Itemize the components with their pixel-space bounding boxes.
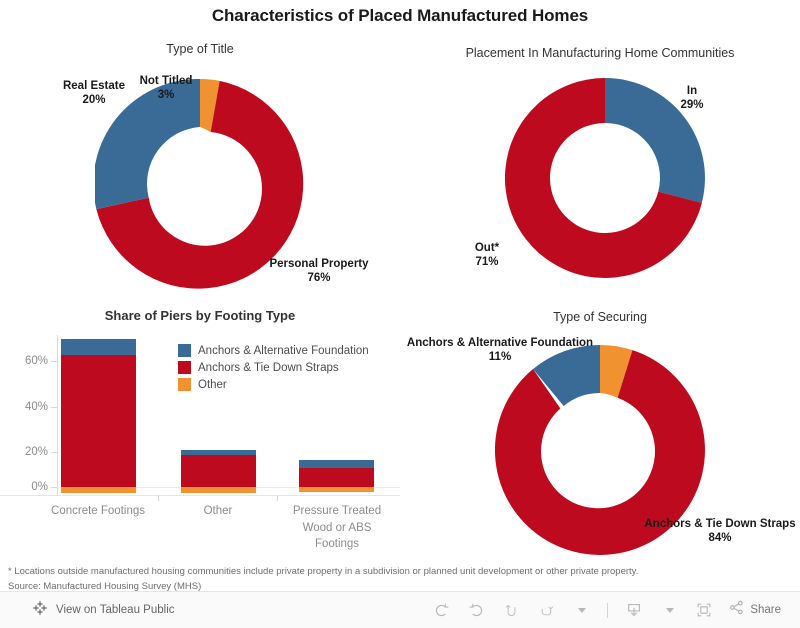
bar-segment-pressure-other[interactable] [299,487,374,492]
bar-segment-other-tie-down[interactable] [181,455,256,487]
bar-segment-pressure-alt-foundation[interactable] [299,460,374,468]
x-tick-mark-2 [277,495,278,501]
x-category-label-other: Other [203,505,233,517]
slice-label-personal-property-value: 76% [307,272,331,285]
panel-title-type-of-title: Type of Title [166,42,234,56]
slice-label-not-titled: Not Titled 3% [126,74,206,103]
legend-item-other[interactable]: Other [178,378,369,391]
share-label: Share [750,604,781,616]
redo-button[interactable] [460,597,492,623]
refresh-dropdown-caret[interactable] [565,597,597,623]
y-tick-label-0: 0% [31,481,48,493]
slice-label-in-text: In [686,85,698,97]
toolbar-divider [607,602,609,618]
slice-label-out-text: Out* [474,242,500,254]
fullscreen-button[interactable] [688,597,720,623]
x-category-label-pressure-treated: Pressure Treated Wood or ABS Footings [292,505,382,551]
slice-label-real-estate-text: Real Estate [62,80,125,92]
panel-title-placement: Placement In Manufacturing Home Communit… [465,46,735,60]
slice-label-securing-tie-down: Anchors & Tie Down Straps 84% [640,517,800,546]
share-button[interactable]: Share [723,597,786,623]
slice-label-out-value: 71% [475,256,499,269]
view-on-tableau-public-button[interactable]: View on Tableau Public [32,600,175,621]
slice-label-real-estate: Real Estate 20% [51,79,137,108]
share-icon [728,599,745,621]
x-category-label-concrete-footings: Concrete Footings [51,505,145,517]
x-axis-line [0,495,400,496]
slice-label-securing-alt-foundation: Anchors & Alternative Foundation 11% [399,336,601,365]
view-on-tableau-public-label: View on Tableau Public [56,604,175,616]
toolbar-actions: Share [425,592,786,628]
y-axis-line [57,335,58,495]
legend-swatch-icon-blue [178,344,191,357]
download-dropdown-caret[interactable] [653,597,685,623]
slice-label-personal-property-text: Personal Property [269,258,369,270]
footnote-locations: * Locations outside manufactured housing… [8,566,639,577]
slice-label-in: In 29% [662,84,722,113]
chevron-down-icon [578,607,587,613]
bar-segment-other-other[interactable] [181,487,256,493]
legend-label-anchors-tie-down-straps: Anchors & Tie Down Straps [198,361,339,374]
y-tick-label-60: 60% [24,355,48,367]
panel-title-securing: Type of Securing [553,310,647,324]
slice-label-out: Out* 71% [455,241,519,270]
bar-chart-legend[interactable]: Anchors & Alternative Foundation Anchors… [178,344,369,395]
dashboard: Characteristics of Placed Manufactured H… [0,0,800,592]
legend-swatch-icon-red [178,361,191,374]
chevron-down-icon [666,607,675,613]
legend-label-anchors-alternative-foundation: Anchors & Alternative Foundation [198,344,369,357]
legend-item-anchors-alternative-foundation[interactable]: Anchors & Alternative Foundation [178,344,369,357]
page-title: Characteristics of Placed Manufactured H… [211,6,589,25]
y-tick-label-20: 20% [24,446,48,458]
revert-button[interactable] [495,597,527,623]
legend-label-other: Other [198,378,227,391]
slice-label-securing-alt-foundation-value: 11% [488,351,512,364]
bar-segment-concrete-alt-foundation[interactable] [61,339,136,355]
tableau-toolbar: View on Tableau Public Share [0,591,800,628]
bar-segment-concrete-other[interactable] [61,487,136,493]
slice-label-real-estate-value: 20% [82,94,106,107]
bar-segment-concrete-tie-down[interactable] [61,355,136,487]
x-tick-mark-1 [158,495,159,501]
slice-label-not-titled-value: 3% [157,89,175,102]
tableau-logo-icon [32,600,48,621]
slice-label-personal-property: Personal Property 76% [261,257,377,286]
refresh-button[interactable] [530,597,562,623]
download-button[interactable] [618,597,650,623]
y-tick-label-40: 40% [24,401,48,413]
slice-label-not-titled-text: Not Titled [139,75,193,87]
slice-label-securing-tie-down-text: Anchors & Tie Down Straps [644,518,796,530]
legend-item-anchors-tie-down-straps[interactable]: Anchors & Tie Down Straps [178,361,369,374]
slice-label-in-value: 29% [680,99,704,112]
slice-label-securing-alt-foundation-text: Anchors & Alternative Foundation [406,337,594,349]
bar-segment-pressure-tie-down[interactable] [299,468,374,487]
undo-button[interactable] [425,597,457,623]
slice-label-securing-tie-down-value: 84% [708,532,732,545]
legend-swatch-icon-orange [178,378,191,391]
